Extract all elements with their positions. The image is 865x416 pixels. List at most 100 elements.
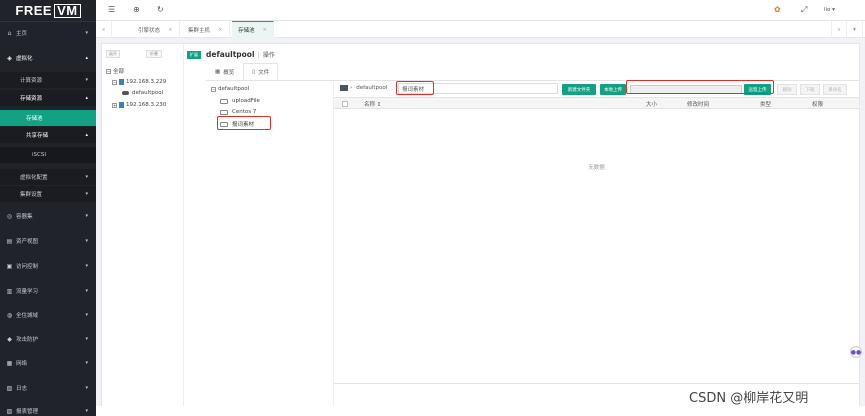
column-name[interactable]: 名称 ↕ [364, 100, 381, 108]
column-modified[interactable]: 修改时间 [687, 100, 709, 108]
sidebar-item-label: 存储池 [26, 116, 43, 122]
breadcrumb-item[interactable]: defaultpool [356, 85, 387, 91]
local-upload-button[interactable]: 本地上传 [600, 84, 626, 95]
tree-node-host-229[interactable]: − 192.168.3.229 [112, 79, 166, 85]
folder-label: uploadFile [232, 98, 260, 104]
server-icon [119, 102, 124, 108]
tabs-menu-icon[interactable]: ▾ [847, 21, 863, 38]
tabs-scroll-left-icon[interactable]: « [96, 21, 112, 38]
folder-label: Centos 7 [232, 109, 257, 115]
sidebar-item-iscsi[interactable]: iSCSI [0, 147, 96, 163]
fullscreen-icon[interactable]: ⤢ [801, 5, 807, 15]
globe-icon[interactable]: ⊕ [133, 5, 140, 14]
sidebar-item-label: 资产视图 [16, 239, 39, 245]
sidebar-item-assets[interactable]: ▤ 资产视图 ▾ [0, 233, 96, 249]
folder-item[interactable]: Centos 7 [220, 109, 256, 115]
new-folder-button[interactable]: 新建文件夹 [562, 84, 596, 95]
tab-label: 概览 [223, 69, 235, 76]
tree-node-defaultpool[interactable]: defaultpool [122, 90, 163, 96]
column-type[interactable]: 类型 [760, 100, 771, 108]
sidebar-item-storage[interactable]: 存储资源 ▴ [0, 90, 96, 106]
close-icon[interactable]: × [168, 27, 173, 33]
chevron-down-icon: ▾ [85, 312, 88, 318]
chevron-down-icon: ▾ [85, 238, 88, 244]
expand-badge[interactable]: 扩展 [187, 50, 201, 59]
chevron-down-icon: ▾ [85, 174, 88, 180]
highlight-box [396, 81, 434, 95]
collapse-toggle-icon[interactable]: − [106, 68, 111, 74]
breadcrumb: › defaultpool [340, 85, 387, 91]
menu-icon[interactable]: ☰ [108, 5, 115, 14]
tab-files[interactable]: ▯ 文件 [243, 63, 279, 80]
folder-root[interactable]: − defaultpool [211, 86, 249, 92]
sidebar-item-container[interactable]: ◎ 容器集 ▾ [0, 208, 96, 224]
sidebar-item-network[interactable]: ▦ 网络 ▾ [0, 355, 96, 371]
tree-node-host-230[interactable]: + 192.168.3.230 [112, 102, 166, 108]
sidebar-item-label: 存储资源 [20, 96, 43, 102]
watermark: CSDN @柳岸花又明 [689, 391, 809, 406]
select-all-checkbox[interactable] [342, 101, 348, 107]
sidebar-item-globe[interactable]: ◍ 全住城域 ▾ [0, 307, 96, 323]
palette-icon[interactable]: ✿ [774, 5, 781, 14]
close-icon[interactable]: × [218, 27, 223, 33]
sidebar-item-access[interactable]: ▣ 访问控制 ▾ [0, 258, 96, 274]
sidebar-item-cluster[interactable]: 集群设置 ▾ [0, 186, 96, 202]
close-icon[interactable]: × [263, 27, 268, 33]
log-icon: ▧ [6, 384, 13, 392]
column-size[interactable]: 大小 [646, 100, 657, 108]
collapse-toggle-icon[interactable]: − [211, 86, 216, 92]
tab-cluster-hosts[interactable]: 集群主机 × [182, 21, 230, 38]
sidebar-item-label: 访问控制 [16, 264, 39, 270]
storage-pool-icon [122, 91, 129, 95]
sidebar-item-log[interactable]: ▧ 日志 ▾ [0, 380, 96, 396]
pool-header: 扩展 defaultpool | 操作 [187, 50, 275, 59]
divider: | [257, 50, 260, 59]
operation-link[interactable]: 操作 [263, 50, 275, 59]
sidebar-item-label: 共享存储 [26, 133, 49, 139]
tree-root[interactable]: − 全部 [106, 67, 124, 75]
logo: FREE VM [0, 0, 96, 22]
folder-item[interactable]: uploadFile [220, 98, 260, 104]
sidebar-item-flow[interactable]: ▥ 流量学习 ▾ [0, 283, 96, 299]
tab-engine-status[interactable]: 引擎状态 × [132, 21, 180, 38]
user-menu[interactable]: lio ▾ [824, 7, 835, 13]
tree-root-label: 全部 [113, 69, 125, 75]
sidebar-item-compute[interactable]: 计算资源 ▾ [0, 72, 96, 88]
file-table-header: 名称 ↕ 大小 修改时间 类型 权限 [334, 97, 859, 109]
sidebar-item-label: 攻击防护 [16, 337, 39, 343]
sidebar-item-virtualization[interactable]: ◈ 虚拟化 ▴ [0, 50, 96, 66]
sidebar: FREE VM ⌂ 主页 ▾ ◈ 虚拟化 ▴ 计算资源 ▾ 存储资源 ▴ 存储池… [0, 0, 96, 416]
download-button[interactable]: 下载 [800, 84, 820, 95]
sidebar-item-report[interactable]: ▨ 报表管理 ▾ [0, 403, 96, 416]
rename-button[interactable]: 重命名 [823, 84, 847, 95]
sidebar-item-label: 日志 [16, 386, 28, 392]
sidebar-item-label: 集群设置 [20, 192, 43, 198]
sidebar-item-virt-config[interactable]: 虚拟化配置 ▾ [0, 169, 96, 185]
chevron-down-icon: ▾ [85, 360, 88, 366]
column-permission[interactable]: 权限 [812, 100, 823, 108]
chevron-down-icon: ▾ [85, 385, 88, 391]
sidebar-item-shared-storage[interactable]: 共享存储 ▴ [0, 127, 96, 143]
bottom-bar [96, 406, 865, 416]
refresh-icon[interactable]: ↻ [157, 5, 164, 14]
tab-storage-pool[interactable]: 存储池 × [232, 21, 275, 38]
expand-toggle-icon[interactable]: + [112, 102, 117, 108]
sidebar-item-home[interactable]: ⌂ 主页 ▾ [0, 25, 96, 41]
tree-node-label: 192.168.3.229 [126, 79, 167, 85]
tabs-scroll-right-icon[interactable]: » [831, 21, 847, 38]
sidebar-item-label: 网络 [16, 361, 28, 367]
collapse-toggle-icon[interactable]: − [112, 79, 117, 85]
tab-overview[interactable]: ▦ 概览 [206, 63, 243, 80]
sidebar-item-storage-pool[interactable]: 存储池 [0, 110, 96, 126]
folder-icon [340, 85, 348, 91]
logo-vm: VM [54, 3, 81, 18]
sidebar-item-defense[interactable]: ◆ 攻击防护 ▾ [0, 331, 96, 347]
expand-button[interactable]: 展开 [106, 50, 120, 58]
chevron-up-icon: ▴ [85, 132, 88, 138]
assistant-icon[interactable]: ●● [850, 346, 862, 358]
sidebar-item-label: 虚拟化配置 [20, 175, 48, 181]
file-icon: ▯ [252, 68, 256, 75]
delete-button[interactable]: 删除 [777, 84, 797, 95]
collapse-button[interactable]: 折叠 [146, 50, 162, 58]
pool-subtabs: ▦ 概览 ▯ 文件 [206, 63, 279, 80]
